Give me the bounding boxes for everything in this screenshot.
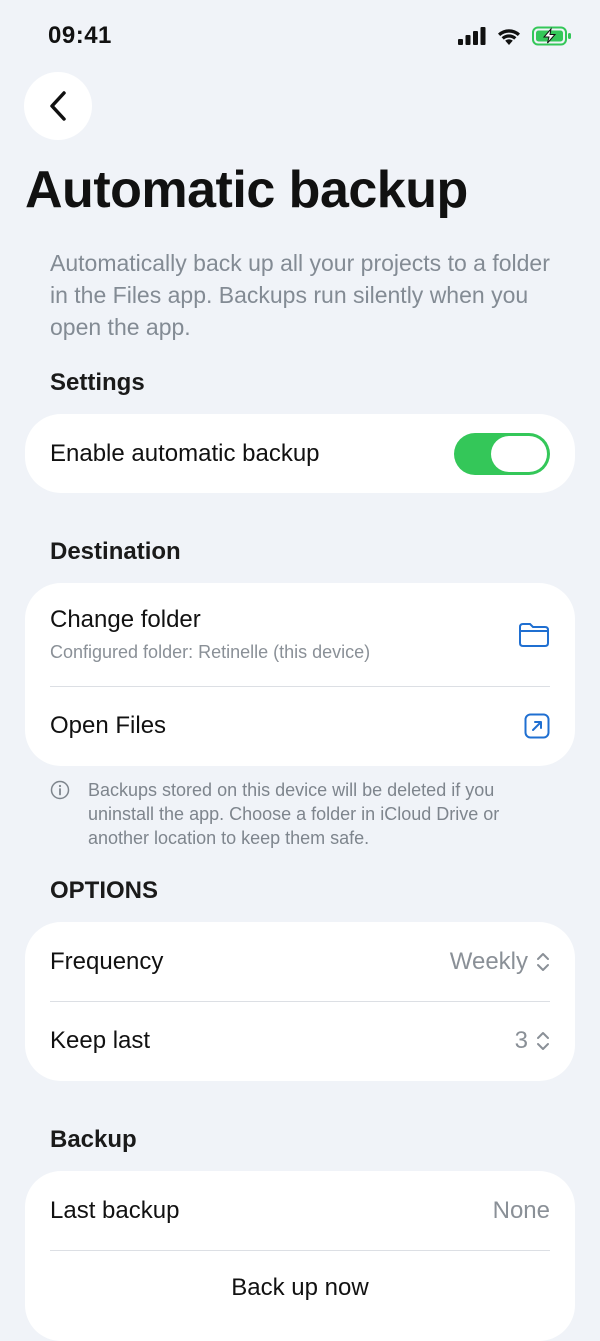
cellular-signal-icon [458, 27, 486, 45]
arrow-up-right-square-icon [524, 713, 550, 739]
last-backup-row: Last backup None [25, 1171, 575, 1250]
frequency-row[interactable]: Frequency Weekly [25, 922, 575, 1001]
enable-backup-label: Enable automatic backup [50, 439, 320, 467]
section-header-backup: Backup [50, 1126, 137, 1153]
toggle-knob [491, 435, 547, 472]
change-folder-label: Change folder [50, 606, 201, 633]
options-card: Frequency Weekly Keep last 3 [25, 922, 575, 1081]
frequency-label: Frequency [50, 947, 164, 975]
storage-note: Backups stored on this device will be de… [50, 778, 560, 850]
settings-card: Enable automatic backup [25, 414, 575, 493]
open-files-label: Open Files [50, 712, 167, 739]
open-files-row[interactable]: Open Files [25, 686, 575, 766]
back-up-now-row[interactable]: Back up now [25, 1250, 575, 1341]
frequency-value: Weekly [449, 947, 528, 975]
status-bar: 09:41 [0, 0, 600, 76]
backup-card: Last backup None Back up now [25, 1171, 575, 1341]
battery-charging-icon [532, 26, 571, 46]
storage-note-text: Backups stored on this device will be de… [88, 780, 500, 848]
section-header-options: OPTIONS [50, 877, 159, 904]
chevron-up-down-icon [537, 952, 549, 971]
section-header-destination: Destination [50, 538, 181, 565]
destination-card: Change folder Configured folder: Retinel… [25, 583, 575, 766]
page-description: Automatically back up all your projects … [50, 250, 550, 340]
enable-backup-row: Enable automatic backup [25, 414, 575, 493]
frequency-picker[interactable]: Weekly [450, 948, 550, 976]
keep-last-label: Keep last [50, 1027, 151, 1054]
change-folder-row[interactable]: Change folder Configured folder: Retinel… [25, 583, 575, 686]
page-title: Automatic backup [25, 161, 468, 219]
keep-last-value: 3 [514, 1027, 528, 1054]
keep-last-picker[interactable]: 3 [515, 1027, 550, 1055]
keep-last-row[interactable]: Keep last 3 [25, 1001, 575, 1081]
chevron-left-icon [50, 91, 66, 121]
status-icons [458, 26, 572, 46]
chevron-up-down-icon [537, 1032, 549, 1050]
last-backup-label: Last backup [50, 1196, 180, 1224]
info-circle-icon [50, 780, 70, 800]
wifi-icon [498, 28, 520, 45]
back-button[interactable] [24, 72, 92, 140]
enable-backup-toggle[interactable] [454, 432, 550, 475]
status-time: 09:41 [48, 22, 112, 49]
section-header-settings: Settings [50, 369, 145, 396]
folder-icon [519, 622, 549, 647]
last-backup-value: None [492, 1196, 550, 1224]
change-folder-text: Change folder Configured folder: Retinel… [50, 606, 370, 663]
configured-folder-text: Configured folder: Retinelle (this devic… [50, 642, 371, 662]
